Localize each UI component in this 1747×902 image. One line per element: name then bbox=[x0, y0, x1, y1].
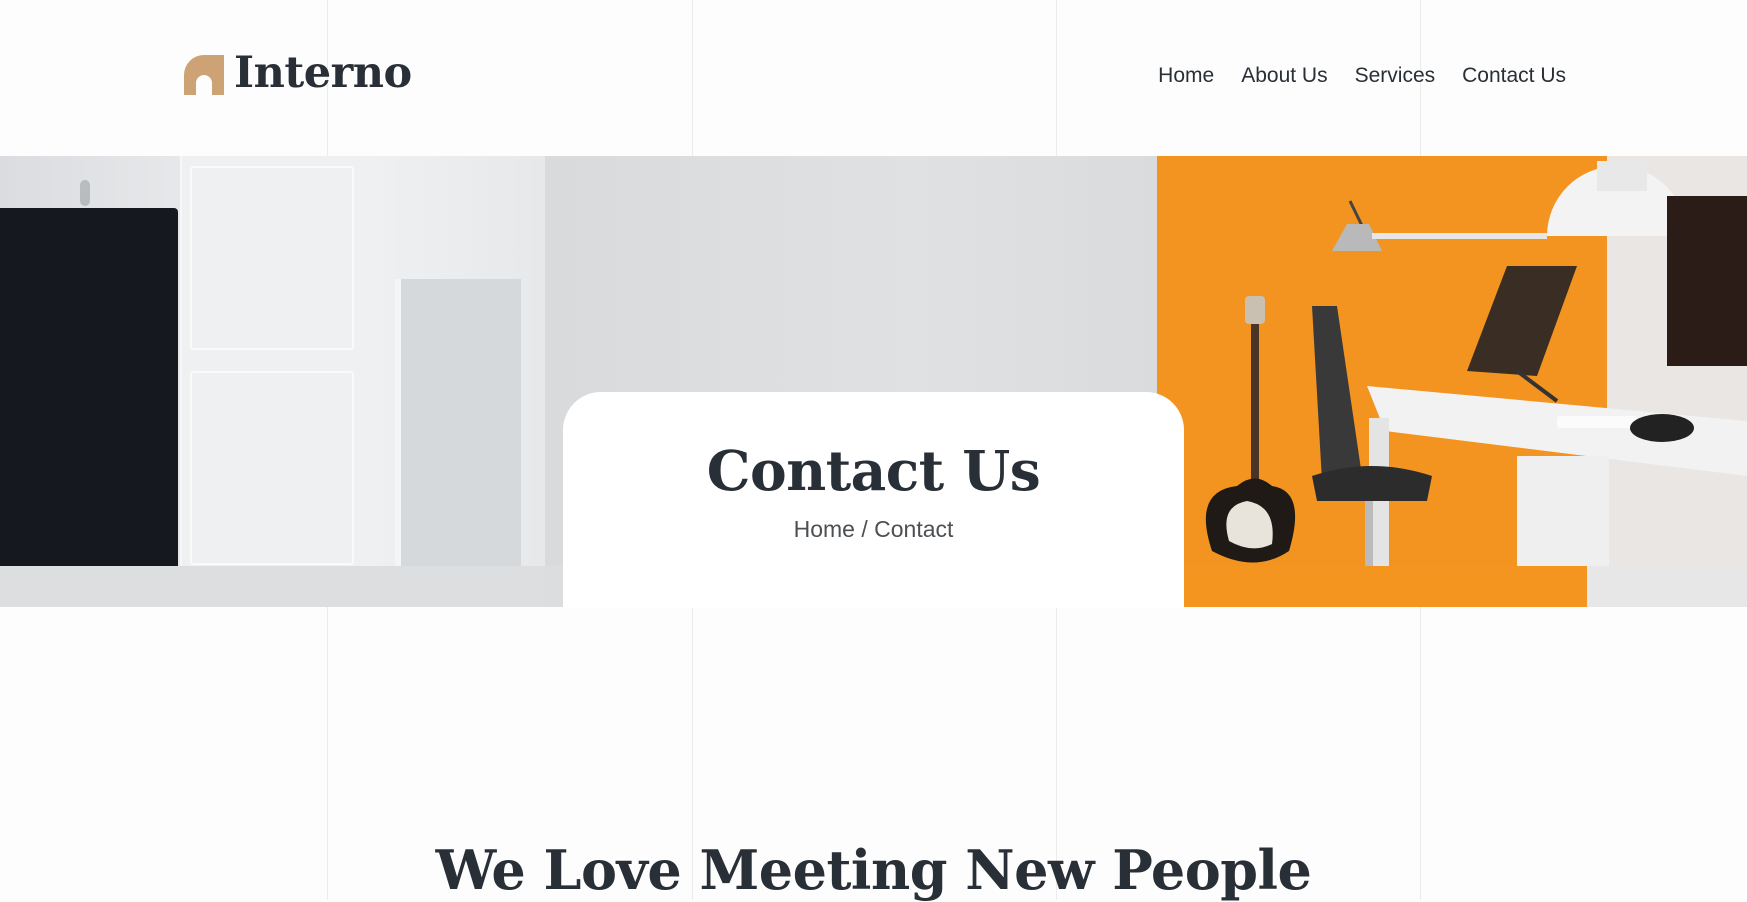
whiteboard-graphic bbox=[395, 279, 521, 566]
hero-image-white-room bbox=[0, 156, 545, 566]
nav-link-home[interactable]: Home bbox=[1158, 62, 1214, 90]
black-cabinet-graphic bbox=[0, 208, 178, 566]
breadcrumb-separator: / bbox=[854, 515, 875, 542]
nav-link-services[interactable]: Services bbox=[1355, 62, 1436, 90]
breadcrumb: Home / Contact bbox=[563, 516, 1184, 543]
breadcrumb-home[interactable]: Home bbox=[794, 516, 855, 542]
section-heading: We Love Meeting New People bbox=[435, 838, 1312, 902]
cabinet-knob-graphic bbox=[80, 180, 90, 206]
strip-segment bbox=[0, 566, 545, 607]
door-inset bbox=[190, 166, 354, 350]
breadcrumb-current: Contact bbox=[874, 515, 954, 542]
site-header: Interno Home About Us Services Contact U… bbox=[0, 0, 1747, 156]
brand-logo[interactable]: Interno bbox=[184, 52, 412, 95]
page-title-card: Contact Us Home / Contact bbox=[563, 392, 1184, 608]
workspace-illustration bbox=[1205, 161, 1747, 566]
brand-name: Interno bbox=[234, 48, 412, 98]
logo-arch-icon bbox=[184, 54, 224, 95]
page-title: Contact Us bbox=[706, 438, 1041, 503]
nav-link-about-us[interactable]: About Us bbox=[1241, 62, 1327, 90]
strip-segment bbox=[1587, 566, 1747, 607]
hero-image-orange-workspace bbox=[1157, 156, 1747, 566]
main-nav: Home About Us Services Contact Us bbox=[1158, 62, 1566, 90]
nav-link-contact-us[interactable]: Contact Us bbox=[1462, 62, 1566, 90]
door-inset bbox=[190, 371, 354, 565]
strip-segment bbox=[1157, 566, 1587, 607]
